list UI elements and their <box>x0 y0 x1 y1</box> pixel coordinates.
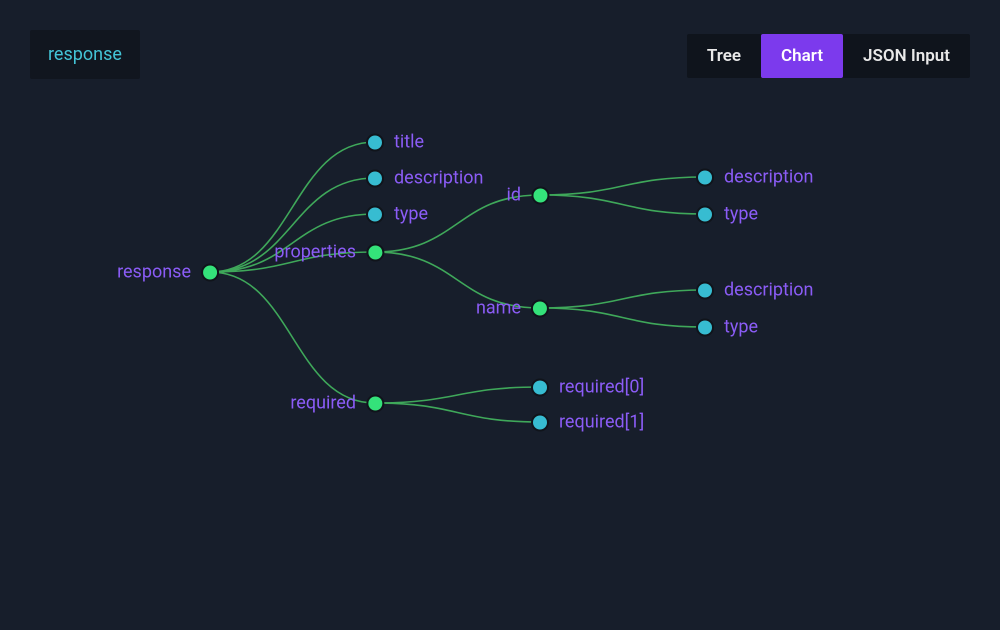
tree-node[interactable]: name <box>476 298 549 319</box>
branch-node-icon <box>201 263 219 281</box>
root-chip-label: response <box>48 44 122 65</box>
root-chip: response <box>30 30 140 79</box>
leaf-node-icon <box>531 378 549 396</box>
tree-node[interactable]: id <box>506 185 549 206</box>
tab-json-input[interactable]: JSON Input <box>843 34 970 78</box>
tree-node-label: type <box>724 204 758 225</box>
edge-id-id_desc <box>540 177 705 195</box>
tree-node-label: required <box>290 393 356 414</box>
tree-node-label: id <box>506 185 521 206</box>
branch-node-icon <box>531 186 549 204</box>
branch-node-icon <box>366 394 384 412</box>
tree-node-label: type <box>724 317 758 338</box>
tree-node[interactable]: required[0] <box>531 377 644 398</box>
branch-node-icon <box>366 243 384 261</box>
tree-node-label: required[1] <box>559 412 644 433</box>
tree-node-label: description <box>724 280 813 301</box>
leaf-node-icon <box>696 168 714 186</box>
tree-node-label: response <box>117 262 191 283</box>
tree-node[interactable]: type <box>366 204 428 225</box>
tree-diagram[interactable]: response title description type properties re… <box>0 100 1000 630</box>
view-tabs: Tree Chart JSON Input <box>687 34 970 78</box>
tree-node[interactable]: type <box>696 317 758 338</box>
tree-node-label: type <box>394 204 428 225</box>
tree-node[interactable]: properties <box>274 242 384 263</box>
tab-chart[interactable]: Chart <box>761 34 843 78</box>
tree-node[interactable]: description <box>696 167 813 188</box>
leaf-node-icon <box>531 413 549 431</box>
tree-node-label: description <box>394 168 483 189</box>
edge-required-required1 <box>375 403 540 422</box>
tree-node-label: name <box>476 298 521 319</box>
branch-node-icon <box>531 299 549 317</box>
edge-id-id_type <box>540 195 705 214</box>
tree-node-label: properties <box>274 242 356 263</box>
edge-name-name_type <box>540 308 705 327</box>
tab-tree[interactable]: Tree <box>687 34 761 78</box>
edge-response-required <box>210 272 375 403</box>
tree-node[interactable]: description <box>366 168 483 189</box>
tree-node[interactable]: response <box>117 262 219 283</box>
leaf-node-icon <box>696 205 714 223</box>
edge-required-required0 <box>375 387 540 403</box>
tree-node-label: title <box>394 132 424 153</box>
tree-node[interactable]: required[1] <box>531 412 644 433</box>
leaf-node-icon <box>696 281 714 299</box>
tree-edges <box>0 100 1000 630</box>
edge-name-name_desc <box>540 290 705 308</box>
tree-node[interactable]: title <box>366 132 424 153</box>
tree-node-label: description <box>724 167 813 188</box>
leaf-node-icon <box>366 205 384 223</box>
leaf-node-icon <box>366 169 384 187</box>
tree-node[interactable]: description <box>696 280 813 301</box>
leaf-node-icon <box>366 133 384 151</box>
leaf-node-icon <box>696 318 714 336</box>
header-bar: response Tree Chart JSON Input <box>0 0 1000 100</box>
tree-node[interactable]: type <box>696 204 758 225</box>
tree-node[interactable]: required <box>290 393 384 414</box>
tree-node-label: required[0] <box>559 377 644 398</box>
